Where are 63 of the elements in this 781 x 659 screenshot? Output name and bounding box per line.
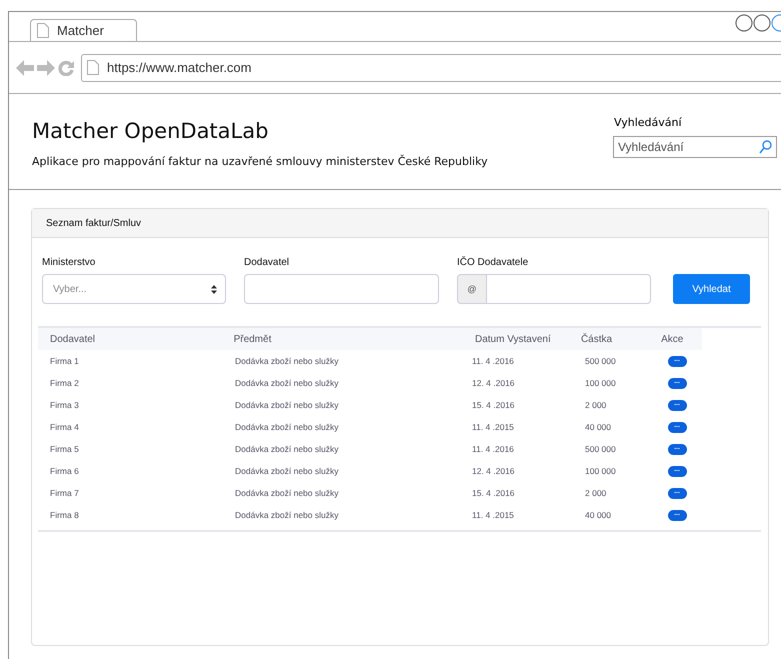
app-title: Matcher OpenDataLab (32, 119, 270, 143)
table-cell-text: Firma 7 (50, 488, 80, 498)
table-cell-text: 500 000 (584, 356, 617, 366)
table-cell-text: 2 000 (584, 488, 608, 498)
table-cell-text: Dodávka zboží nebo služky (235, 444, 340, 454)
page-icon (37, 23, 49, 38)
panel-title: Seznam faktur/Smluv (46, 218, 142, 228)
table-cell-text: 100 000 (584, 378, 617, 388)
app-subtitle: Aplikace pro mappování faktur na uzavřené smlouvy ministerstev České Republiky (32, 155, 488, 168)
table-cell-text: Firma 8 (50, 510, 80, 520)
table-cell-text: Firma 3 (50, 400, 80, 410)
table-cell-text: Dodávka zboží nebo služky (235, 356, 340, 366)
input-field[interactable] (487, 274, 651, 304)
input-field[interactable] (244, 274, 439, 304)
table-cell-text: Dodávka zboží nebo služky (235, 510, 340, 520)
field-label: IČO Dodavatele (457, 257, 530, 268)
table-cell-text: 11. 4 .2015 (471, 422, 515, 432)
table-cell-text: 100 000 (584, 466, 617, 476)
table-cell-text: 11. 4 .2015 (471, 510, 515, 520)
address-bar[interactable]: https://www.matcher.com (81, 54, 781, 82)
table-cell-text: Firma 5 (50, 444, 80, 454)
table-cell-text: 2 000 (584, 400, 608, 410)
table-cell-text: 40 000 (584, 422, 612, 432)
select-field[interactable]: Vyber... (42, 274, 226, 304)
table-cell-text: 11. 4 .2016 (471, 356, 515, 366)
search-label: Vyhledávání (614, 116, 683, 129)
reload-icon[interactable] (58, 60, 74, 76)
column-header: Akce (660, 334, 684, 344)
table-cell-text: 11. 4 .2016 (471, 444, 515, 454)
search-field[interactable]: Vyhledávání (613, 136, 777, 158)
field-label: Ministerstvo (42, 257, 96, 268)
table-cell-text: Dodávka zboží nebo služky (235, 466, 340, 476)
addon-label: @ (457, 274, 487, 304)
table-cell-text: Firma 2 (50, 378, 80, 388)
search-icon[interactable] (759, 140, 772, 154)
table-cell-text: Dodávka zboží nebo služky (235, 422, 340, 432)
window-control-icon[interactable] (735, 14, 753, 32)
column-header: Předmět (234, 334, 272, 344)
url-text: https://www.matcher.com (107, 60, 252, 75)
table-cell-text: Dodávka zboží nebo služky (235, 378, 340, 388)
table-cell-text: Firma 4 (50, 422, 80, 432)
column-header: Částka (580, 334, 614, 344)
table-cell-text: Firma 1 (50, 356, 80, 366)
window-control-icon[interactable] (753, 14, 771, 32)
forward-icon[interactable] (37, 60, 55, 76)
table-cell-text: 12. 4 .2016 (471, 378, 516, 388)
table-cell-text: 12. 4 .2016 (471, 466, 516, 476)
browser-tab[interactable]: Matcher (30, 19, 137, 41)
table-cell-text: 500 000 (584, 444, 617, 454)
back-icon[interactable] (16, 60, 34, 76)
column-header: Datum Vystavení (474, 334, 552, 344)
table-cell-text: Dodávka zboží nebo služky (235, 488, 340, 498)
field-label: Dodavatel (244, 257, 290, 268)
sort-caret-icon (211, 284, 217, 294)
table-cell-text: Dodávka zboží nebo služky (235, 400, 340, 410)
page-icon (87, 60, 99, 75)
table-cell-text: 15. 4 .2016 (471, 400, 516, 410)
window-control-icon[interactable] (771, 14, 781, 32)
search-button[interactable]: Vyhledat (673, 274, 750, 304)
table-cell-text: 15. 4 .2016 (471, 488, 516, 498)
table-cell-text: 40 000 (584, 510, 612, 520)
column-header: Dodavatel (50, 334, 96, 344)
table-cell-text: Firma 6 (50, 466, 80, 476)
